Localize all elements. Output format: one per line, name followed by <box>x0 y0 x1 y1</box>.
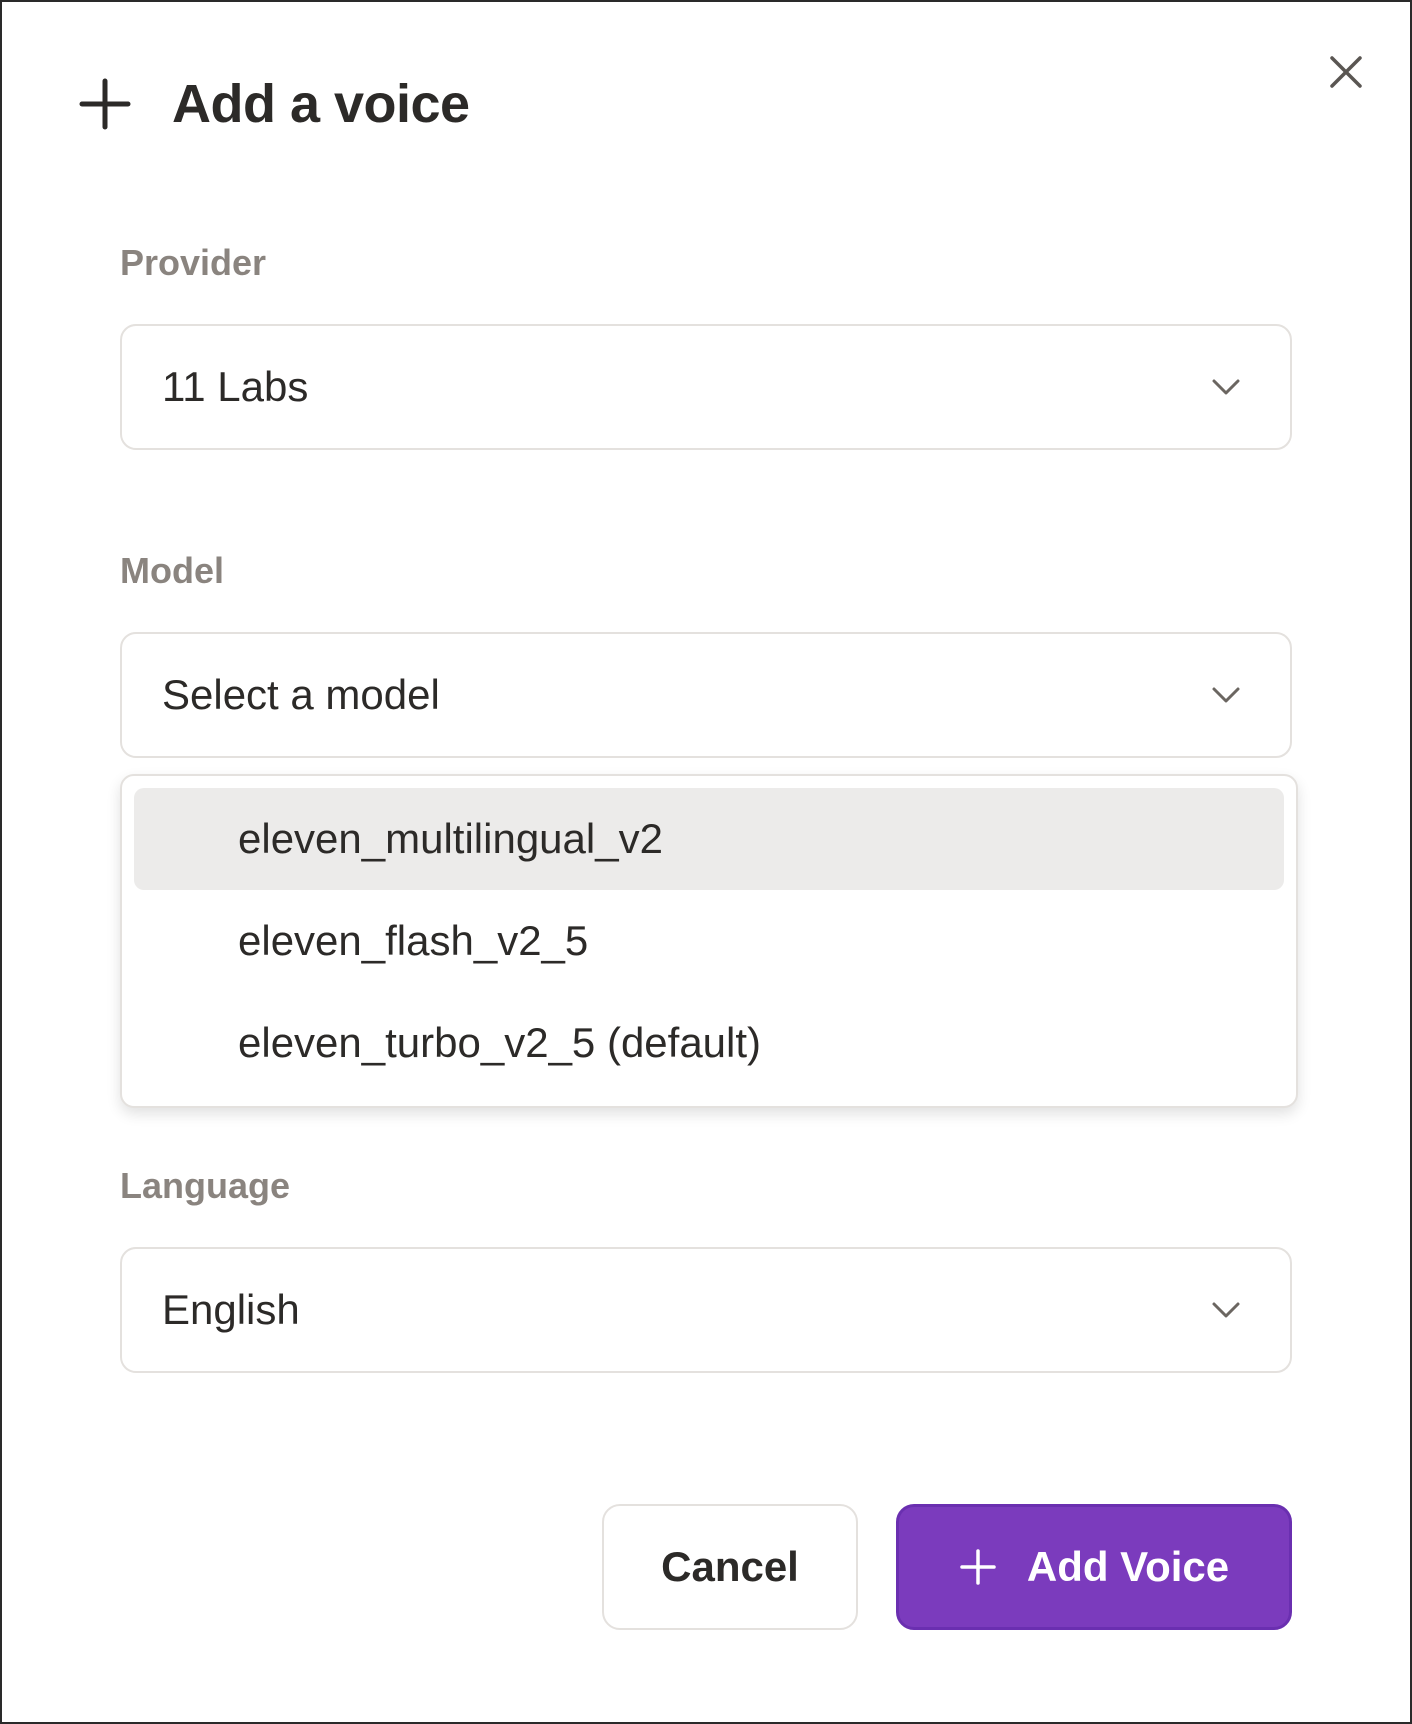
model-select[interactable]: Select a model <box>120 632 1292 758</box>
language-select[interactable]: English <box>120 1247 1292 1373</box>
model-placeholder: Select a model <box>162 671 440 718</box>
chevron-down-icon <box>1212 1302 1240 1318</box>
language-value: English <box>162 1286 300 1333</box>
provider-label: Provider <box>120 242 267 283</box>
model-option-eleven-flash-v2-5[interactable]: eleven_flash_v2_5 <box>134 890 1284 992</box>
chevron-down-icon <box>1212 379 1240 395</box>
close-icon <box>1330 56 1362 88</box>
language-label: Language <box>120 1165 291 1206</box>
add-voice-dialog: Add a voice Provider 11 Labs Model Selec… <box>0 0 1412 1724</box>
model-option-eleven-multilingual-v2[interactable]: eleven_multilingual_v2 <box>134 788 1284 890</box>
model-dropdown-menu: eleven_multilingual_v2 eleven_flash_v2_5… <box>120 774 1298 1108</box>
cancel-button[interactable]: Cancel <box>602 1504 858 1630</box>
plus-icon <box>79 78 131 130</box>
model-option-eleven-turbo-v2-5[interactable]: eleven_turbo_v2_5 (default) <box>134 992 1284 1094</box>
dialog-title: Add a voice <box>172 74 470 134</box>
model-label: Model <box>120 550 224 591</box>
provider-value: 11 Labs <box>162 363 309 410</box>
provider-select[interactable]: 11 Labs <box>120 324 1292 450</box>
add-voice-button[interactable]: Add Voice <box>896 1504 1292 1630</box>
add-voice-label: Add Voice <box>1026 1543 1230 1590</box>
plus-icon <box>960 1549 996 1585</box>
chevron-down-icon <box>1212 687 1240 703</box>
close-button[interactable] <box>1318 44 1374 100</box>
dialog-header: Add a voice <box>78 64 470 144</box>
